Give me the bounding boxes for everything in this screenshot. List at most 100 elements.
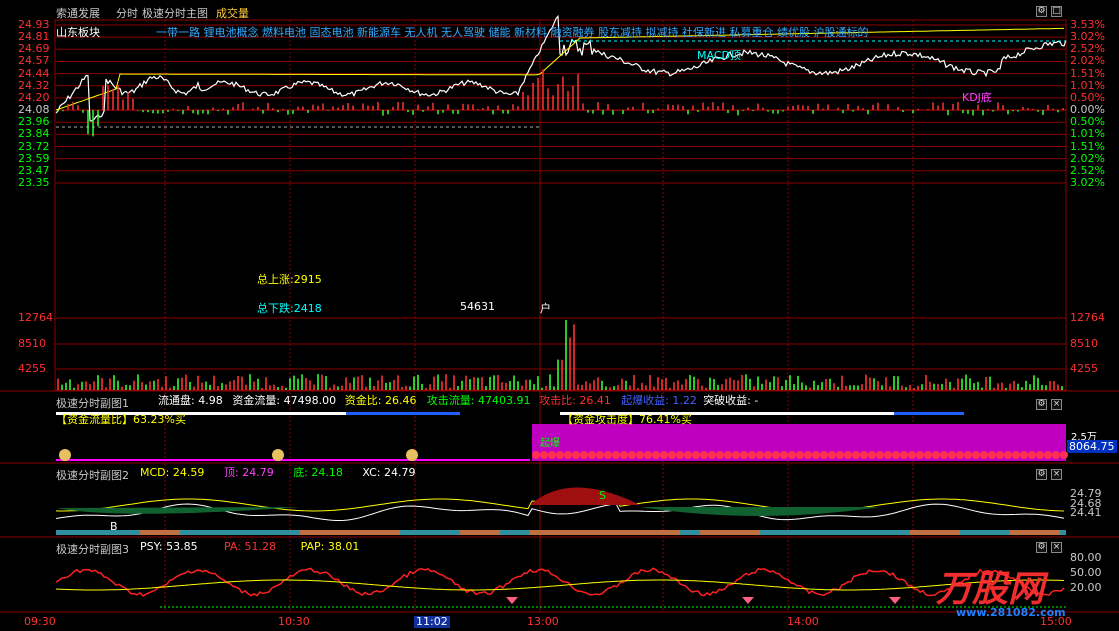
diamond-icon xyxy=(889,597,901,604)
time-tick-label: 11:02 xyxy=(414,615,450,628)
attack-bead xyxy=(1036,451,1044,459)
price-tick-label: 23.59 xyxy=(18,151,50,165)
sub1-value: 资金比: 26.46 xyxy=(344,394,417,407)
price-tick-label: 24.57 xyxy=(18,54,50,68)
sub1-value: 资金流量: 47498.00 xyxy=(232,394,337,407)
sub3-settings-icon[interactable]: ⚙ xyxy=(1036,542,1047,553)
percent-tick-label: 3.02% xyxy=(1070,175,1105,189)
attack-bead xyxy=(996,451,1004,459)
percent-tick-label: 1.51% xyxy=(1070,139,1105,153)
attack-bead xyxy=(684,451,692,459)
sub1-settings-icon[interactable]: ⚙ xyxy=(1036,399,1047,410)
brand-watermark: 万股网 xyxy=(936,569,1045,610)
attack-bead xyxy=(756,451,764,459)
sub1-value: 起爆收益: 1.22 xyxy=(621,394,697,407)
time-tick-label: 09:30 xyxy=(24,615,56,628)
sub1-close-icon[interactable]: × xyxy=(1051,399,1062,410)
attack-bead xyxy=(708,451,716,459)
chart-canvas xyxy=(0,14,1119,613)
attack-bead xyxy=(644,451,652,459)
flow-track-blue xyxy=(346,412,460,415)
settings-icon[interactable]: ⚙ xyxy=(1036,6,1047,17)
sub3-value: PA: 51.28 xyxy=(224,540,276,553)
attack-bead xyxy=(772,451,780,459)
volume-tick-label-right: 4255 xyxy=(1070,362,1098,375)
price-tick-label: 23.72 xyxy=(18,139,50,153)
sub3-close-icon[interactable]: × xyxy=(1051,542,1062,553)
sub3-tick-label: 80.00 xyxy=(1070,551,1102,564)
attack-bead xyxy=(1028,451,1036,459)
attack-bead xyxy=(828,451,836,459)
attack-bead xyxy=(556,451,564,459)
attack-bead xyxy=(724,451,732,459)
main-frame xyxy=(54,19,1067,391)
volume-tick-label: 4255 xyxy=(18,362,46,375)
attack-bead xyxy=(932,451,940,459)
stock-name[interactable]: 索通发展 xyxy=(56,5,100,21)
mode-label[interactable]: 分时 xyxy=(116,5,138,21)
attack-bead xyxy=(620,451,628,459)
attack-bead xyxy=(844,451,852,459)
price-tick-label: 24.44 xyxy=(18,66,50,80)
price-tick-label: 23.84 xyxy=(18,127,50,141)
sub3-value: PSY: 53.85 xyxy=(140,540,198,553)
macd-top-label: MACD顶 xyxy=(697,49,741,62)
volume-tick-label: 8510 xyxy=(18,337,46,350)
attack-bead xyxy=(660,451,668,459)
attack-bead xyxy=(1004,451,1012,459)
sub1-current-value: 8064.75 xyxy=(1067,440,1117,453)
chart-name[interactable]: 极速分时主图 xyxy=(142,5,208,21)
attack-bead xyxy=(980,451,988,459)
sell-marker: S xyxy=(599,489,606,502)
attack-bead xyxy=(948,451,956,459)
time-tick-label: 10:30 xyxy=(278,615,310,628)
attack-bead xyxy=(908,451,916,459)
top-cloud xyxy=(530,487,640,505)
sub1-value: 流通盘: 4.98 xyxy=(158,394,223,407)
attack-bead xyxy=(652,451,660,459)
sub2-settings-icon[interactable]: ⚙ xyxy=(1036,469,1047,480)
attack-bead xyxy=(924,451,932,459)
sub3-title[interactable]: 极速分时副图3 xyxy=(56,541,129,557)
attack-bead xyxy=(852,451,860,459)
sub2-value: XC: 24.79 xyxy=(362,466,416,479)
sub1-value: 攻击比: 26.41 xyxy=(539,394,611,407)
attack-bead xyxy=(940,451,948,459)
hu-label: 户 xyxy=(540,302,551,315)
state-band-seg xyxy=(910,530,960,535)
buy-marker: B xyxy=(110,520,118,533)
sub2-close-icon[interactable]: × xyxy=(1051,469,1062,480)
sub2-title[interactable]: 极速分时副图2 xyxy=(56,467,129,483)
attack-bead xyxy=(732,451,740,459)
concept-tags: 一带一路 锂电池概念 燃料电池 固态电池 新能源车 无人机 无人驾驶 储能 新材… xyxy=(156,26,869,39)
attack-bead xyxy=(564,451,572,459)
attack-track-blue xyxy=(894,412,964,415)
percent-tick-label: 2.52% xyxy=(1070,163,1105,177)
attack-bead xyxy=(1052,451,1060,459)
volume-label[interactable]: 成交量 xyxy=(216,5,249,21)
sub3-value: PAP: 38.01 xyxy=(300,540,360,553)
price-tick-label: 24.32 xyxy=(18,78,50,92)
attack-bead xyxy=(740,451,748,459)
attack-label: 【资金攻击度】76.41%买 xyxy=(562,413,692,426)
attack-bead xyxy=(692,451,700,459)
attack-bead xyxy=(988,451,996,459)
attack-bead xyxy=(796,451,804,459)
attack-bead xyxy=(764,451,772,459)
attack-bead xyxy=(916,451,924,459)
percent-tick-label: 2.02% xyxy=(1070,54,1105,68)
sub1-title[interactable]: 极速分时副图1 xyxy=(56,395,129,411)
sub2-value: MCD: 24.59 xyxy=(140,466,205,479)
attack-bead xyxy=(812,451,820,459)
money-bag-icon xyxy=(272,449,284,461)
kdj-bottom-label: KDJ底 xyxy=(962,91,992,104)
attack-bead xyxy=(548,451,556,459)
sub1-value: 攻击流量: 47403.91 xyxy=(426,394,531,407)
site-watermark: www.281082.com xyxy=(956,606,1066,619)
attack-bead xyxy=(964,451,972,459)
attack-bead xyxy=(868,451,876,459)
attack-bead xyxy=(596,451,604,459)
attack-bead xyxy=(884,451,892,459)
maximize-icon[interactable]: □ xyxy=(1051,6,1062,17)
volume-tick-label-right: 12764 xyxy=(1070,311,1105,324)
